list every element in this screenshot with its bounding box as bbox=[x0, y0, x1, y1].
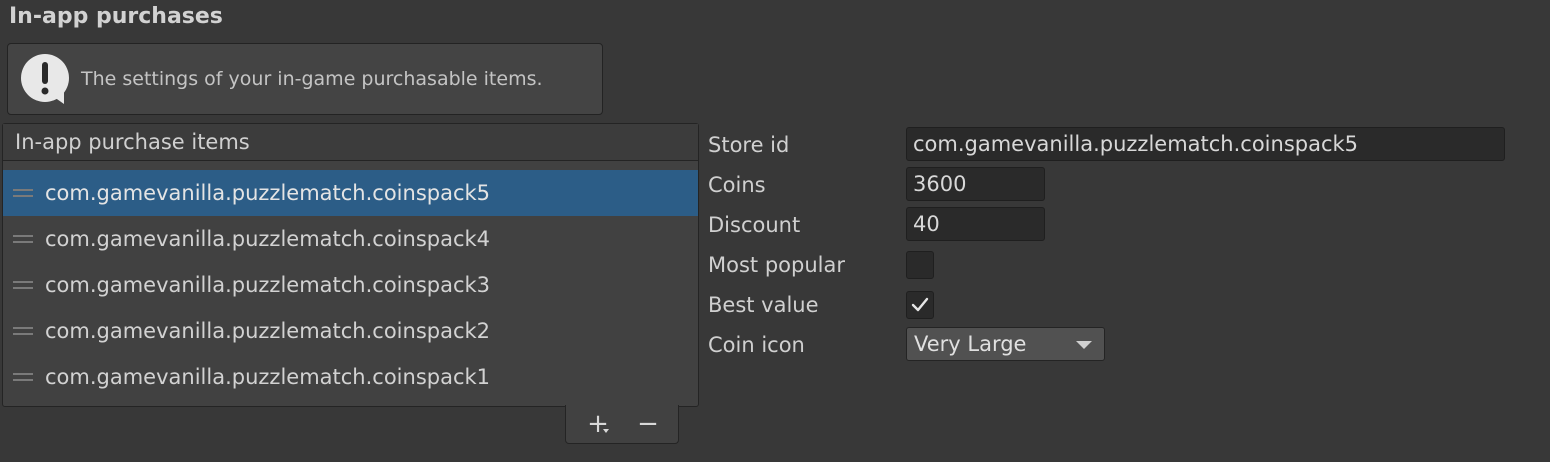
purchase-items-list: In-app purchase items com.gamevanilla.pu… bbox=[2, 123, 699, 407]
list-item-label: com.gamevanilla.puzzlematch.coinspack5 bbox=[45, 181, 491, 205]
drag-handle-icon[interactable] bbox=[13, 373, 33, 381]
store-id-label: Store id bbox=[708, 133, 790, 157]
help-message: The settings of your in-game purchasable… bbox=[81, 68, 543, 90]
list-item[interactable]: com.gamevanilla.puzzlematch.coinspack1 bbox=[3, 354, 698, 400]
help-box: The settings of your in-game purchasable… bbox=[7, 43, 603, 115]
remove-item-button[interactable]: − bbox=[628, 409, 668, 439]
add-item-button[interactable]: + bbox=[578, 409, 618, 439]
store-id-field[interactable]: com.gamevanilla.puzzlematch.coinspack5 bbox=[906, 127, 1505, 161]
best-value-label: Best value bbox=[708, 293, 819, 317]
dropdown-arrow-icon bbox=[1076, 341, 1092, 349]
list-item[interactable]: com.gamevanilla.puzzlematch.coinspack3 bbox=[3, 262, 698, 308]
list-item-label: com.gamevanilla.puzzlematch.coinspack4 bbox=[45, 227, 491, 251]
coins-field[interactable]: 3600 bbox=[906, 167, 1045, 201]
coin-icon-dropdown[interactable]: Very Large bbox=[906, 327, 1105, 361]
most-popular-label: Most popular bbox=[708, 253, 845, 277]
discount-field[interactable]: 40 bbox=[906, 207, 1045, 241]
list-item-label: com.gamevanilla.puzzlematch.coinspack2 bbox=[45, 319, 491, 343]
list-header: In-app purchase items bbox=[3, 124, 698, 161]
list-item[interactable]: com.gamevanilla.puzzlematch.coinspack4 bbox=[3, 216, 698, 262]
list-footer: + − bbox=[565, 405, 679, 444]
best-value-checkbox[interactable] bbox=[906, 291, 934, 319]
exclamation-speech-bubble-icon bbox=[18, 52, 74, 108]
drag-handle-icon[interactable] bbox=[13, 281, 33, 289]
list-item-label: com.gamevanilla.puzzlematch.coinspack3 bbox=[45, 273, 491, 297]
coins-label: Coins bbox=[708, 173, 766, 197]
section-title: In-app purchases bbox=[9, 4, 223, 29]
discount-label: Discount bbox=[708, 213, 801, 237]
add-dropdown-caret-icon bbox=[603, 429, 609, 433]
drag-handle-icon[interactable] bbox=[13, 189, 33, 197]
coin-icon-label: Coin icon bbox=[708, 333, 805, 357]
most-popular-checkbox[interactable] bbox=[906, 251, 934, 279]
list-item[interactable]: com.gamevanilla.puzzlematch.coinspack5 bbox=[3, 170, 698, 216]
checkmark-icon bbox=[911, 297, 929, 312]
drag-handle-icon[interactable] bbox=[13, 327, 33, 335]
list-item[interactable]: com.gamevanilla.puzzlematch.coinspack2 bbox=[3, 308, 698, 354]
coin-icon-selected-value: Very Large bbox=[914, 332, 1027, 356]
list-item-label: com.gamevanilla.puzzlematch.coinspack1 bbox=[45, 365, 491, 389]
drag-handle-icon[interactable] bbox=[13, 235, 33, 243]
